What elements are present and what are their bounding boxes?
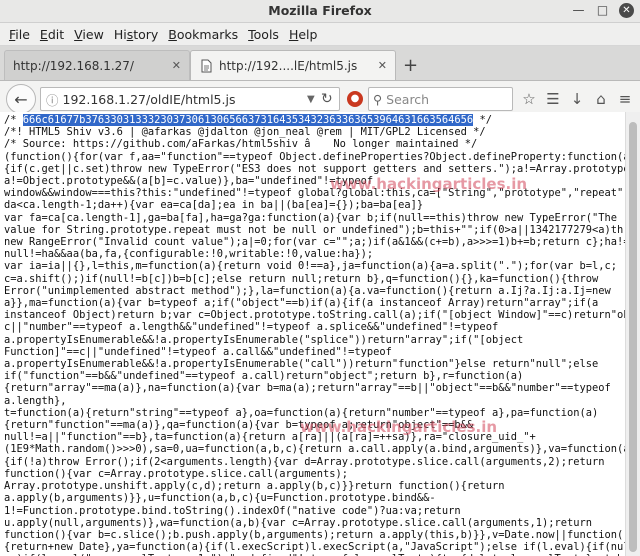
page-content: /* 666c61677b376330313332303730613065663… (0, 112, 626, 556)
code-line: instanceof Object)return b;var c=Object.… (4, 309, 626, 322)
minimize-icon[interactable]: — (571, 3, 586, 18)
code-line: (1E9*Math.random()>>>0),sa=0,ua=function… (4, 443, 626, 456)
menu-edit[interactable]: Edit (35, 27, 69, 42)
search-icon: ⚲ (373, 91, 383, 107)
code-line: /*! HTML5 Shiv v3.6 | @afarkas @jdalton … (4, 126, 486, 139)
code-line: window&&window===this?this:"undefined"!=… (4, 187, 626, 200)
bookmark-star-icon[interactable]: ☆ (521, 90, 537, 108)
code-line: Function]"==c||"undefined"!=typeof a.cal… (4, 345, 392, 358)
tab-close-icon[interactable]: ✕ (172, 59, 181, 72)
tab-label: http://192.168.1.27/ (13, 58, 134, 73)
code-line: a!=Object.prototype&&(a[b]=c.value)},ba=… (4, 175, 374, 188)
code-line: new RangeError("Invalid count value");a|… (4, 236, 626, 249)
reader-icon[interactable]: ☰ (545, 90, 561, 108)
code-line: Error("unimplemented abstract method");}… (4, 284, 611, 297)
menu-file[interactable]: File (4, 27, 35, 42)
menu-help[interactable]: Help (284, 27, 323, 42)
code-line: function(){var c=Array.prototype.slice.c… (4, 467, 349, 480)
url-bar[interactable]: ⓘ 192.168.1.27/oldIE/html5.js ▼ ↻ (40, 87, 340, 111)
title-bar: Mozilla Firefox — □ ✕ (0, 0, 640, 23)
code-line: {if(!a)throw Error();if(2<arguments.leng… (4, 455, 605, 468)
menu-history[interactable]: History (109, 27, 163, 42)
url-dropdown-icon[interactable]: ▼ (307, 94, 321, 105)
code-line: {return"array"==ma(a)},na=function(a){va… (4, 382, 611, 395)
tab-bar: http://192.168.1.27/ ✕ http://192....lE/… (0, 46, 640, 81)
vertical-scrollbar[interactable] (625, 112, 640, 556)
code-line: a.propertyIsEnumerable&&!a.propertyIsEnu… (4, 333, 524, 346)
url-text[interactable]: 192.168.1.27/oldIE/html5.js (63, 92, 307, 107)
tab-home[interactable]: http://192.168.1.27/ ✕ (4, 50, 190, 80)
download-icon[interactable]: ↓ (569, 90, 585, 108)
search-input[interactable]: ⚲ Search (368, 87, 513, 111)
code-line: if("function"==b&&"undefined"==typeof a.… (4, 370, 524, 383)
code-line: u.apply(null,arguments)},wa=function(a,b… (4, 516, 593, 529)
source-code: /* 666c61677b376330313332303730613065663… (0, 112, 626, 556)
maximize-icon[interactable]: □ (595, 3, 610, 18)
code-line: a.propertyIsEnumerable&&!a.propertyIsEnu… (4, 358, 599, 371)
menu-bookmarks[interactable]: Bookmarks (163, 27, 243, 42)
new-tab-icon[interactable]: + (403, 55, 418, 76)
code-line: c||"number"==typeof a.length&&"undefined… (4, 321, 499, 334)
tab-close-icon[interactable]: ✕ (378, 59, 387, 72)
tab-html5-js[interactable]: http://192....lE/html5.js ✕ (190, 50, 396, 80)
code-line: {if(c.get||c.set)throw new TypeError("ES… (4, 162, 626, 175)
code-line: Array.prototype.unshift.apply(c,d);retur… (4, 480, 505, 493)
watermark-text: www.hackingarticles.in (300, 418, 498, 436)
code-line: (function(){for(var f,aa="function"==typ… (4, 150, 626, 163)
menu-bar: File Edit View History Bookmarks Tools Help (0, 23, 640, 46)
code-line: function(){var b=c.slice();b.push.apply(… (4, 528, 626, 541)
menu-tools[interactable]: Tools (243, 27, 284, 42)
code-line: null!=ha&&aa(ba,fa,{configurable:!0,writ… (4, 248, 374, 261)
document-icon (199, 59, 213, 73)
close-icon[interactable]: ✕ (619, 3, 634, 18)
reload-icon[interactable]: ↻ (321, 91, 339, 107)
menu-view[interactable]: View (69, 27, 109, 42)
code-line: 1!=Function.prototype.bind.toString().in… (4, 504, 461, 517)
code-line: /* Source: https://github.com/aFarkas/ht… (4, 138, 478, 151)
code-line: da<ca.length-1;da++){var ea=ca[da];ea in… (4, 199, 424, 212)
code-line: a.length}, (4, 394, 67, 407)
addon-icon[interactable]: ● (347, 91, 363, 107)
search-placeholder: Search (386, 91, 430, 107)
code-line: a}},ma=function(a){var b=typeof a;if("ob… (4, 297, 599, 310)
code-line: /* 666c61677b376330313332303730613065663… (4, 114, 492, 126)
info-icon[interactable]: ⓘ (46, 90, 59, 109)
code-line: c=a.shift();)if(null!=b[c])b=b[c];else r… (4, 272, 599, 285)
code-line: var ia=ia||{},l=this,m=function(a){retur… (4, 260, 618, 273)
watermark-text: www.hackingarticles.in (330, 175, 528, 193)
back-icon[interactable]: ← (6, 84, 36, 114)
code-line: {return+new Date},ya=function(a){if(l.ex… (4, 541, 626, 554)
selected-hex-string[interactable]: 666c61677b376330313332303730613065663731… (22, 114, 474, 126)
code-line: value for String.prototype.repeat must n… (4, 223, 626, 236)
window-controls: — □ ✕ (571, 3, 634, 18)
scrollbar-thumb[interactable] (629, 122, 637, 552)
menu-icon[interactable]: ≡ (617, 90, 633, 108)
tab-label: http://192....lE/html5.js (219, 58, 358, 73)
home-icon[interactable]: ⌂ (593, 90, 609, 108)
window-title: Mozilla Firefox (268, 3, 372, 18)
code-line: a.apply(b,arguments)}},u=function(a,b,c)… (4, 492, 436, 505)
code-line: var fa=ca[ca.length-1],ga=ba[fa],ha=ga?g… (4, 211, 626, 224)
